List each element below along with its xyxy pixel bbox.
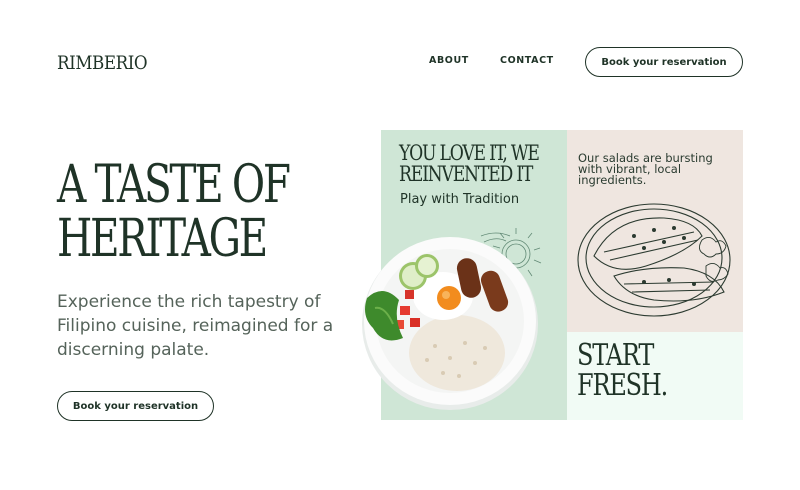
- hero-title-line-1: A TASTE OF: [57, 155, 291, 215]
- salad-plate-drawing: [577, 203, 731, 317]
- green-panel-title-line-2: REINVENTED IT: [399, 162, 533, 186]
- salad-description: Our salads are bursting with vibrant, lo…: [578, 151, 713, 187]
- hero-subtitle: Experience the rich tapestry of Filipino…: [57, 292, 334, 360]
- hero-title: A TASTE OF HERITAGE: [57, 158, 291, 266]
- brand-logo[interactable]: RIMBERIO: [57, 52, 148, 74]
- start-fresh-heading: START FRESH.: [577, 341, 705, 401]
- start-fresh-line-2: FRESH.: [577, 368, 668, 403]
- nav-about-link[interactable]: ABOUT: [429, 55, 469, 66]
- plate-of-rice-photo: [362, 237, 538, 410]
- green-panel-title-line-1: YOU LOVE IT, WE: [399, 141, 540, 165]
- start-fresh-line-1: START: [577, 338, 654, 373]
- hero-reservation-button[interactable]: Book your reservation: [57, 391, 214, 421]
- green-panel-subtitle: Play with Tradition: [400, 192, 520, 207]
- header-reservation-button[interactable]: Book your reservation: [585, 47, 743, 77]
- hero-title-line-2: HERITAGE: [57, 209, 268, 269]
- nav-contact-link[interactable]: CONTACT: [500, 55, 554, 66]
- green-panel-title: YOU LOVE IT, WE REINVENTED IT: [399, 141, 540, 186]
